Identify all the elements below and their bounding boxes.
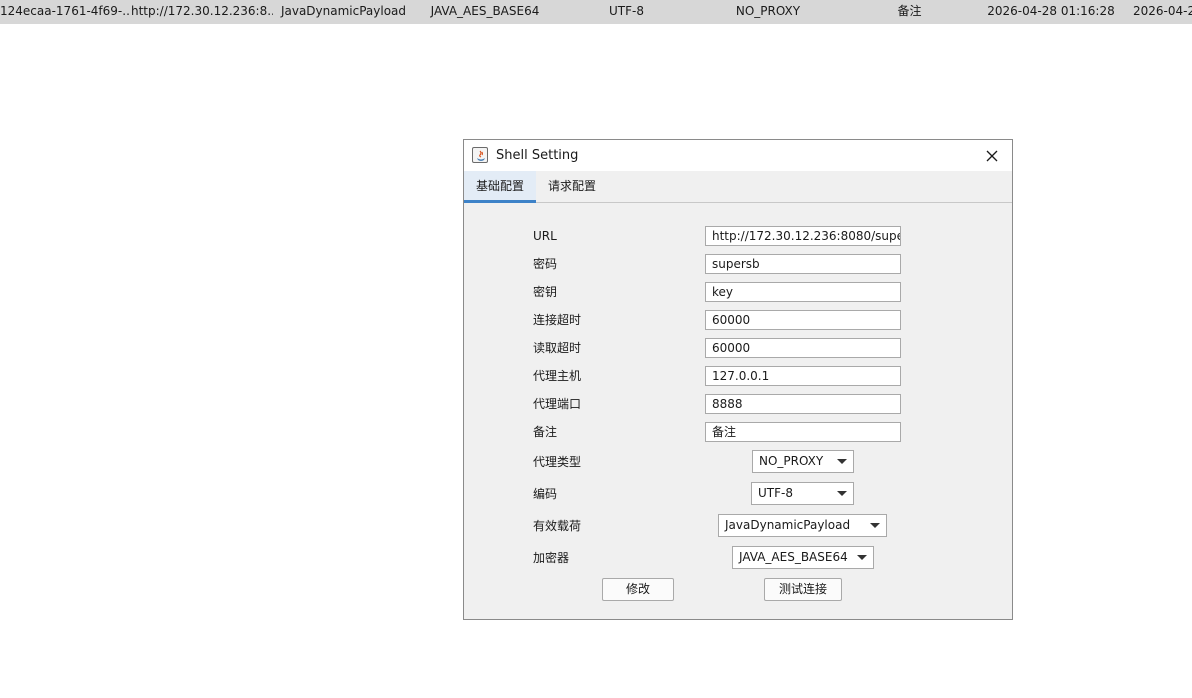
- encoding-select[interactable]: UTF-8: [751, 482, 854, 505]
- payload-select[interactable]: JavaDynamicPayload: [718, 514, 887, 537]
- chevron-down-icon: [837, 491, 847, 496]
- url-field[interactable]: http://172.30.12.236:8080/super: [705, 226, 901, 246]
- dialog-titlebar[interactable]: Shell Setting: [464, 140, 1012, 171]
- encoding-value: UTF-8: [758, 486, 793, 500]
- dialog-tabs: 基础配置 请求配置: [464, 171, 1012, 203]
- close-icon: [986, 150, 998, 162]
- java-icon: [472, 147, 488, 163]
- tab-request-config[interactable]: 请求配置: [536, 171, 608, 203]
- encoding-label: 编码: [533, 487, 558, 501]
- cell-cryption: JAVA_AES_BASE64: [430, 4, 540, 18]
- read-timeout-label: 读取超时: [533, 341, 582, 355]
- cell-payload: JavaDynamicPayload: [280, 4, 407, 18]
- cell-proxy-type: NO_PROXY: [735, 4, 801, 18]
- proxy-type-select[interactable]: NO_PROXY: [752, 450, 854, 473]
- proxy-type-value: NO_PROXY: [759, 454, 824, 468]
- password-field[interactable]: supersb: [705, 254, 901, 274]
- cell-remark: 备注: [897, 4, 922, 18]
- proxy-host-field[interactable]: 127.0.0.1: [705, 366, 901, 386]
- chevron-down-icon: [837, 459, 847, 464]
- tab-basic-config[interactable]: 基础配置: [464, 171, 537, 203]
- read-timeout-field[interactable]: 60000: [705, 338, 901, 358]
- url-label: URL: [533, 229, 557, 243]
- shell-table: id url payload cryption encoding proxyTy…: [0, 0, 1192, 34]
- password-label: 密码: [533, 257, 558, 271]
- cell-create-time: 2026-04-28 01:16:28: [987, 4, 1115, 18]
- cryption-label: 加密器: [533, 551, 570, 565]
- cell-encoding: UTF-8: [609, 4, 644, 18]
- cell-url: http://172.30.12.236:8...: [131, 4, 273, 18]
- test-connection-button[interactable]: 测试连接: [764, 578, 842, 601]
- proxy-type-label: 代理类型: [533, 455, 582, 469]
- proxy-port-field[interactable]: 8888: [705, 394, 901, 414]
- key-field[interactable]: key: [705, 282, 901, 302]
- payload-label: 有效载荷: [533, 519, 582, 533]
- chevron-down-icon: [857, 555, 867, 560]
- cryption-select[interactable]: JAVA_AES_BASE64: [732, 546, 874, 569]
- connect-timeout-label: 连接超时: [533, 313, 582, 327]
- cryption-value: JAVA_AES_BASE64: [739, 550, 848, 564]
- shell-setting-dialog: Shell Setting 基础配置 请求配置 URL http://172.3…: [463, 139, 1013, 620]
- modify-button[interactable]: 修改: [602, 578, 674, 601]
- close-button[interactable]: [982, 146, 1002, 166]
- remark-field[interactable]: 备注: [705, 422, 901, 442]
- cell-id: 124ecaa-1761-4f69-...: [0, 4, 131, 18]
- connect-timeout-field[interactable]: 60000: [705, 310, 901, 330]
- table-row[interactable]: 124ecaa-1761-4f69-... http://172.30.12.2…: [0, 0, 1192, 24]
- payload-value: JavaDynamicPayload: [725, 518, 851, 532]
- remark-label: 备注: [533, 425, 558, 439]
- key-label: 密钥: [533, 285, 558, 299]
- proxy-port-label: 代理端口: [533, 397, 582, 411]
- cell-update-time: 2026-04-2: [1133, 4, 1192, 18]
- dialog-title: Shell Setting: [496, 148, 579, 163]
- chevron-down-icon: [870, 523, 880, 528]
- proxy-host-label: 代理主机: [533, 369, 582, 383]
